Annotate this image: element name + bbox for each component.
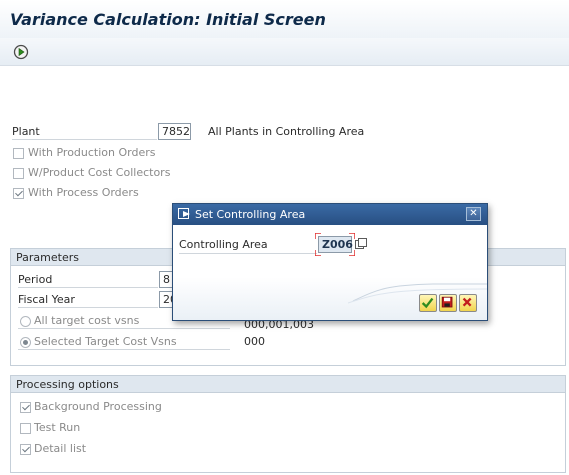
processing-options-group-header: Processing options: [11, 376, 565, 393]
processing-options-group: Processing options: [10, 375, 566, 473]
parameters-header-text: Parameters: [16, 251, 79, 264]
plant-description: All Plants in Controlling Area: [208, 125, 365, 138]
with-production-orders-checkbox[interactable]: [13, 148, 24, 159]
period-label: Period: [18, 273, 53, 286]
fiscal-year-label-underline: [18, 307, 158, 308]
title-bar: Variance Calculation: Initial Screen: [0, 0, 569, 38]
selected-target-cost-vsns-radio[interactable]: [20, 337, 31, 348]
plant-label-underline: [12, 139, 157, 140]
selected-target-cost-vsns-underline: [18, 349, 230, 350]
controlling-area-label: Controlling Area: [179, 238, 268, 251]
dialog-close-button[interactable]: ✕: [466, 207, 481, 221]
with-product-cost-collectors-label: W/Product Cost Collectors: [28, 166, 171, 179]
detail-list-checkbox[interactable]: [20, 444, 31, 455]
execute-icon[interactable]: [12, 43, 30, 61]
selected-target-cost-vsns-value: 000: [244, 335, 265, 348]
all-target-cost-vsns-underline: [18, 328, 230, 329]
with-production-orders-label: With Production Orders: [28, 146, 156, 159]
plant-field[interactable]: 7852: [158, 123, 191, 140]
dialog-title: Set Controlling Area: [195, 208, 306, 221]
plant-label: Plant: [12, 125, 40, 138]
continue-button[interactable]: [419, 294, 437, 312]
all-target-cost-vsns-label: All target cost vsns: [34, 314, 140, 327]
background-processing-checkbox[interactable]: [20, 402, 31, 413]
save-icon: [441, 296, 453, 308]
processing-options-header-text: Processing options: [16, 378, 119, 391]
test-run-checkbox[interactable]: [20, 423, 31, 434]
page-title: Variance Calculation: Initial Screen: [10, 10, 326, 29]
dialog-window-icon: [178, 208, 190, 219]
with-product-cost-collectors-checkbox[interactable]: [13, 168, 24, 179]
set-controlling-area-dialog: Set Controlling Area ✕ Controlling Area …: [172, 203, 488, 321]
application-toolbar: [0, 38, 569, 66]
with-process-orders-label: With Process Orders: [28, 186, 139, 199]
fiscal-year-label: Fiscal Year: [18, 293, 75, 306]
selected-target-cost-vsns-label: Selected Target Cost Vsns: [34, 335, 177, 348]
controlling-area-label-underline: [179, 253, 317, 254]
value-help-icon[interactable]: [355, 238, 367, 250]
test-run-label: Test Run: [34, 421, 81, 434]
dialog-body: Controlling Area Z006: [173, 225, 487, 320]
cancel-button[interactable]: [459, 294, 477, 312]
with-process-orders-checkbox[interactable]: [13, 188, 24, 199]
check-icon: [421, 297, 434, 309]
close-icon: ✕: [469, 208, 478, 219]
all-target-cost-vsns-radio[interactable]: [20, 316, 31, 327]
cancel-icon: [462, 297, 472, 307]
detail-list-label: Detail list: [34, 442, 87, 455]
field-focus-marker: [315, 233, 355, 256]
period-label-underline: [18, 287, 158, 288]
save-button[interactable]: [439, 294, 457, 312]
dialog-title-bar[interactable]: Set Controlling Area ✕: [173, 204, 487, 225]
background-processing-label: Background Processing: [34, 400, 162, 413]
